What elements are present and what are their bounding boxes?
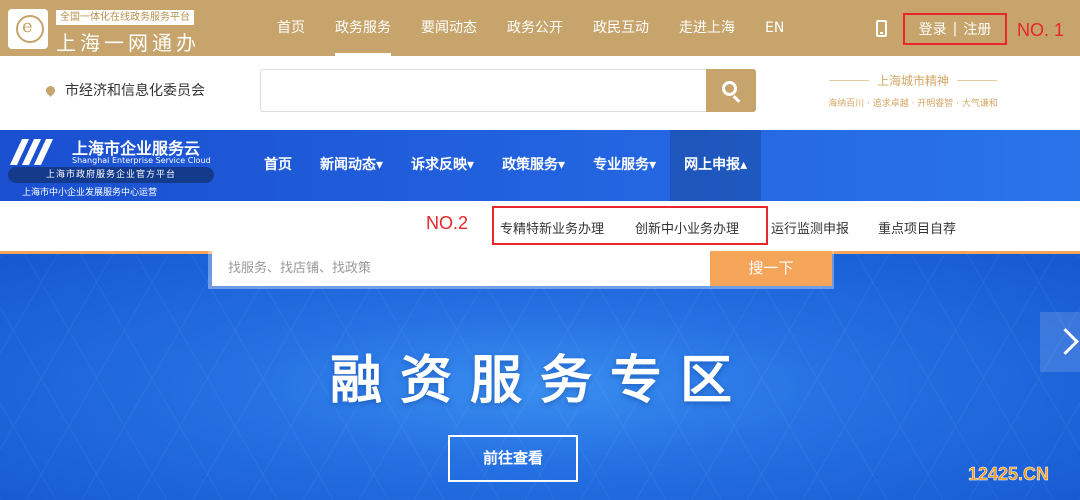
department-locator[interactable]: 市经济和信息化委员会: [44, 80, 205, 100]
cloud-nav-professional[interactable]: 专业服务▾: [579, 130, 670, 201]
gov-nav-english[interactable]: EN: [750, 0, 799, 56]
online-filing-submenu: NO.2 专精特新业务办理 创新中小业务办理 运行监测申报 重点项目自荐: [0, 201, 1080, 251]
banner-search-button[interactable]: 搜一下: [710, 251, 832, 286]
register-link[interactable]: 注册: [963, 19, 991, 39]
cloud-nav-policy[interactable]: 政策服务▾: [488, 130, 579, 201]
enterprise-cloud-logo-icon[interactable]: [9, 137, 58, 167]
department-name: 市经济和信息化委员会: [65, 83, 205, 99]
annotation-no2: NO.2: [426, 213, 469, 233]
cloud-main-nav: 首页 新闻动态▾ 诉求反映▾ 政策服务▾ 专业服务▾ 网上申报▴: [250, 130, 762, 201]
gov-site-name[interactable]: 上海一网通办: [56, 27, 200, 56]
submenu-innovative-sme-business[interactable]: 创新中小业务办理: [635, 218, 739, 237]
cloud-official-badge: 上海市政府服务企业官方平台: [8, 167, 214, 183]
login-register-highlight: 登录 | 注册: [903, 13, 1007, 45]
site-watermark: 12425.CN: [968, 464, 1050, 485]
gov-tagline: 全国一体化在线政务服务平台: [56, 10, 194, 25]
submenu-key-project-recommend[interactable]: 重点项目自荐: [878, 218, 956, 237]
cloud-subtitle: Shanghai Enterprise Service Cloud: [72, 156, 211, 165]
gov-nav-interaction[interactable]: 政民互动: [578, 0, 664, 56]
login-link[interactable]: 登录: [919, 19, 947, 39]
banner-search-input[interactable]: [212, 251, 710, 286]
cloud-nav-appeals[interactable]: 诉求反映▾: [397, 130, 488, 201]
gov-nav-gov-services[interactable]: 政务服务: [320, 0, 406, 56]
site-search-input[interactable]: [260, 69, 708, 112]
city-spirit-title: 上海城市精神: [806, 72, 1020, 89]
login-separator: |: [952, 21, 958, 37]
mobile-phone-icon[interactable]: [876, 20, 887, 37]
cloud-operator: 上海市中小企业发展服务中心运营: [22, 188, 158, 198]
cloud-nav-online-filing[interactable]: 网上申报▴: [670, 130, 762, 201]
chevron-right-icon[interactable]: [1040, 312, 1080, 372]
enterprise-cloud-header: 上海市企业服务云 Shanghai Enterprise Service Clo…: [0, 130, 1080, 201]
location-pin-icon: [44, 83, 57, 97]
submenu-operation-monitoring[interactable]: 运行监测申报: [771, 218, 849, 237]
gov-logo-icon[interactable]: [8, 9, 48, 49]
gov-top-bar: 全国一体化在线政务服务平台 上海一网通办 首页 政务服务 要闻动态 政务公开 政…: [0, 0, 1080, 56]
city-spirit-banner: 上海城市精神 海纳百川 · 追求卓越 · 开明睿智 · 大气谦和: [806, 72, 1020, 109]
gov-nav-public-affairs[interactable]: 政务公开: [492, 0, 578, 56]
gov-nav-about-shanghai[interactable]: 走进上海: [664, 0, 750, 56]
gov-main-nav: 首页 政务服务 要闻动态 政务公开 政民互动 走进上海 EN: [262, 0, 799, 56]
gov-nav-home[interactable]: 首页: [262, 0, 320, 56]
banner-title: 融资服务专区: [329, 351, 750, 411]
banner-view-button[interactable]: 前往查看: [448, 435, 578, 482]
annotation-no1: NO. 1: [1017, 20, 1065, 40]
city-spirit-words: 海纳百川 · 追求卓越 · 开明睿智 · 大气谦和: [828, 99, 998, 109]
cloud-nav-home[interactable]: 首页: [250, 130, 306, 201]
submenu-specialized-business[interactable]: 专精特新业务办理: [500, 218, 604, 237]
gov-nav-news[interactable]: 要闻动态: [406, 0, 492, 56]
cloud-nav-news[interactable]: 新闻动态▾: [306, 130, 397, 201]
search-icon: [722, 81, 737, 96]
site-search-button[interactable]: [706, 69, 756, 112]
